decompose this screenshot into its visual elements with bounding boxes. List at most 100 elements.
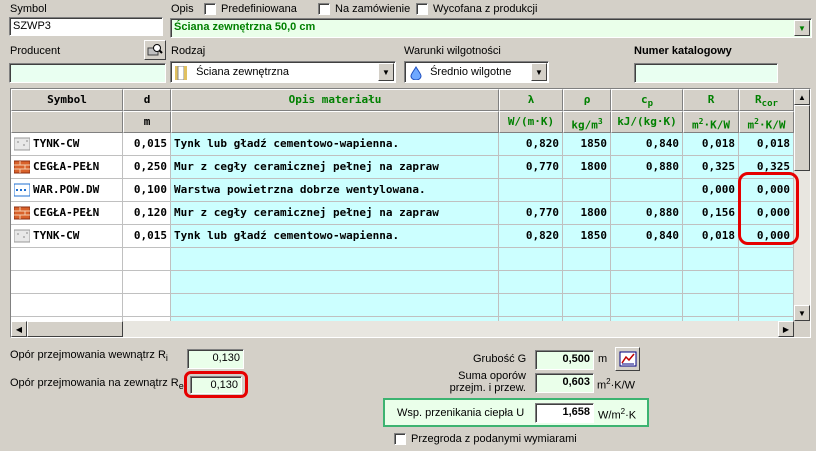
empty-cell[interactable] [123,248,171,271]
table-cell-cp[interactable]: 0,840 [611,225,683,248]
producent-input[interactable] [9,63,166,83]
wycofana-checkbox[interactable] [416,3,428,15]
table-cell-symbol[interactable]: WAR.POW.DW [11,179,123,202]
empty-cell[interactable] [563,271,611,294]
warunki-combo[interactable]: Średnio wilgotne ▼ [404,61,549,83]
przegroda-checkbox[interactable] [394,433,406,445]
table-cell-d[interactable]: 0,015 [123,225,171,248]
table-cell-cp[interactable] [611,179,683,202]
empty-cell[interactable] [563,294,611,317]
col-header-r[interactable]: R [683,89,739,111]
col-header-d[interactable]: d [123,89,171,111]
empty-cell[interactable] [171,294,499,317]
rodzaj-combo[interactable]: Ściana zewnętrzna ▼ [170,61,396,83]
empty-cell[interactable] [499,248,563,271]
table-cell-r[interactable]: 0,018 [683,133,739,156]
table-cell-rho[interactable]: 1800 [563,202,611,225]
table-cell-symbol[interactable]: TYNK-CW [11,133,123,156]
table-cell-r[interactable]: 0,325 [683,156,739,179]
col-header-opis[interactable]: Opis materiału [171,89,499,111]
table-cell-r[interactable]: 0,156 [683,202,739,225]
rodzaj-value: Ściana zewnętrzna [196,65,290,78]
table-cell-rho[interactable]: 1800 [563,156,611,179]
chevron-down-icon[interactable]: ▼ [378,63,394,81]
empty-cell[interactable] [171,248,499,271]
table-cell-opis[interactable]: Warstwa powietrzna dobrze wentylowana. [171,179,499,202]
table-cell-symbol[interactable]: CEGŁA-PEŁN [11,202,123,225]
table-cell-d[interactable]: 0,250 [123,156,171,179]
scroll-up-icon[interactable]: ▲ [794,89,810,105]
scroll-left-icon[interactable]: ◀ [11,321,27,337]
col-header-rcor[interactable]: Rcor [739,89,794,111]
col-header-symbol[interactable]: Symbol [11,89,123,111]
table-cell-opis[interactable]: Tynk lub gładź cementowo-wapienna. [171,225,499,248]
empty-cell[interactable] [683,294,739,317]
scroll-right-icon[interactable]: ▶ [778,321,794,337]
col-header-cp[interactable]: cp [611,89,683,111]
empty-cell[interactable] [171,271,499,294]
table-cell-lambda[interactable]: 0,770 [499,202,563,225]
table-cell-d[interactable]: 0,015 [123,133,171,156]
empty-cell[interactable] [683,248,739,271]
empty-cell[interactable] [11,248,123,271]
predefiniowana-checkbox[interactable] [204,3,216,15]
empty-cell[interactable] [739,271,794,294]
col-header-lambda[interactable]: λ [499,89,563,111]
table-cell-lambda[interactable]: 0,820 [499,225,563,248]
table-cell-rcor[interactable]: 0,018 [739,133,794,156]
table-cell-rho[interactable] [563,179,611,202]
table-cell-symbol[interactable]: CEGŁA-PEŁN [11,156,123,179]
table-cell-r[interactable]: 0,000 [683,179,739,202]
ri-input[interactable]: 0,130 [187,349,244,369]
materials-table[interactable]: Symbol d Opis materiału λ ρ cp R Rcor m … [10,88,811,338]
table-cell-opis[interactable]: Mur z cegły ceramicznej pełnej na zapraw [171,156,499,179]
table-cell-lambda[interactable]: 0,770 [499,156,563,179]
scroll-down-icon[interactable]: ▼ [794,305,810,321]
empty-cell[interactable] [563,248,611,271]
table-cell-lambda[interactable] [499,179,563,202]
empty-cell[interactable] [611,294,683,317]
table-cell-cp[interactable]: 0,880 [611,202,683,225]
horizontal-scrollbar[interactable]: ◀ ▶ [11,321,794,337]
opis-label: Opis [171,3,194,15]
chart-button[interactable] [615,347,640,371]
empty-cell[interactable] [611,271,683,294]
col-header-rho[interactable]: ρ [563,89,611,111]
table-cell-d[interactable]: 0,100 [123,179,171,202]
table-cell-rho[interactable]: 1850 [563,225,611,248]
empty-cell[interactable] [611,248,683,271]
empty-cell[interactable] [123,271,171,294]
symbol-text: TYNK-CW [33,137,80,150]
table-cell-cp[interactable]: 0,880 [611,156,683,179]
empty-cell[interactable] [499,294,563,317]
numer-katalogowy-input[interactable] [634,63,778,83]
vertical-scroll-thumb[interactable] [794,105,810,171]
table-cell-lambda[interactable]: 0,820 [499,133,563,156]
predefiniowana-label: Predefiniowana [221,3,297,15]
empty-cell[interactable] [123,294,171,317]
empty-cell[interactable] [11,294,123,317]
table-cell-r[interactable]: 0,018 [683,225,739,248]
units-lambda: W/(m·K) [499,111,563,133]
na-zamowienie-checkbox[interactable] [318,3,330,15]
chevron-down-icon[interactable]: ▼ [531,63,547,81]
search-icon [147,44,163,56]
chevron-down-icon[interactable]: ▼ [794,20,810,36]
table-cell-symbol[interactable]: TYNK-CW [11,225,123,248]
table-cell-d[interactable]: 0,120 [123,202,171,225]
opis-combo[interactable]: Ściana zewnętrzna 50,0 cm ▼ [170,18,812,38]
empty-cell[interactable] [739,248,794,271]
symbol-input[interactable]: SZWP3 [9,17,163,36]
horizontal-scroll-thumb[interactable] [27,321,123,337]
table-cell-opis[interactable]: Mur z cegły ceramicznej pełnej na zapraw [171,202,499,225]
table-cell-cp[interactable]: 0,840 [611,133,683,156]
table-cell-opis[interactable]: Tynk lub gładź cementowo-wapienna. [171,133,499,156]
table-cell-rho[interactable]: 1850 [563,133,611,156]
empty-cell[interactable] [683,271,739,294]
empty-cell[interactable] [499,271,563,294]
producent-search-button[interactable] [144,40,166,60]
u-unit-b: ·K [625,409,637,422]
empty-cell[interactable] [739,294,794,317]
suma-unit-b: ·K/W [610,379,636,392]
empty-cell[interactable] [11,271,123,294]
